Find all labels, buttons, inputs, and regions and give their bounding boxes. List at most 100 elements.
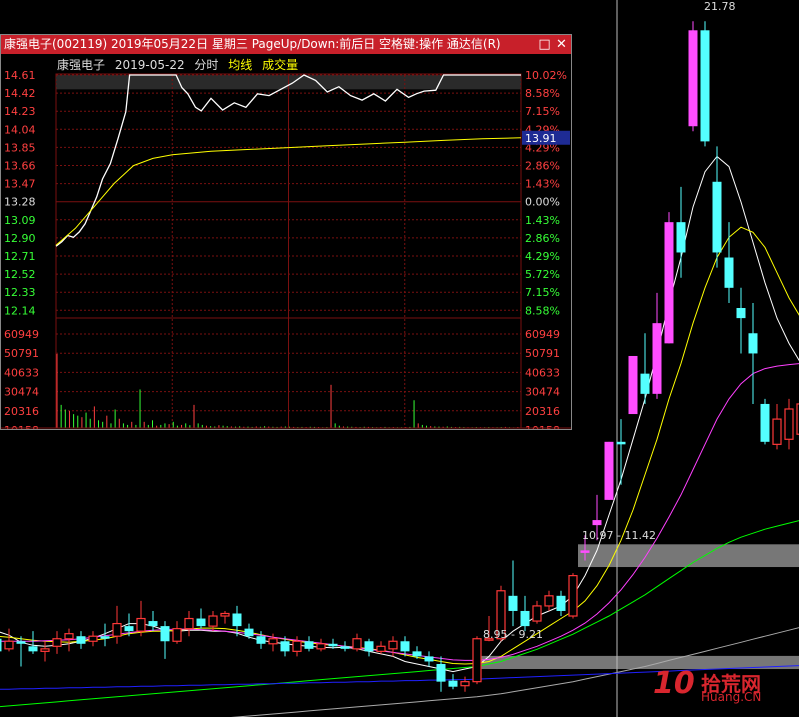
intraday-popup-window[interactable]: 康强电子(002119) 2019年05月22日 星期三 PageUp/Down…	[0, 34, 572, 430]
candle-body	[436, 663, 446, 682]
candle-body	[208, 615, 218, 627]
candle-body	[532, 605, 542, 622]
pct-tick-label: 1.43%	[525, 178, 560, 191]
stock-name: 康强电子	[57, 58, 106, 72]
candle-body	[556, 595, 566, 611]
volume-tick-label: 60949	[4, 328, 39, 341]
candle-body	[124, 626, 134, 632]
candle-body	[364, 641, 374, 652]
trade-date: 2019-05-22	[114, 58, 185, 72]
price-tick-label: 14.42	[4, 87, 36, 100]
candle-body	[268, 638, 278, 645]
candle-body	[316, 643, 326, 650]
candle-body	[304, 641, 314, 649]
price-tick-label: 14.61	[4, 69, 36, 82]
pct-tick-label: 0.00%	[525, 196, 560, 209]
price-tick-label: 13.09	[4, 214, 36, 227]
volume-label: 成交量	[262, 58, 299, 72]
price-tick-label: 13.28	[4, 196, 36, 209]
candle-body	[148, 621, 158, 627]
candle-body	[724, 257, 734, 288]
current-value-label: 13.91	[525, 132, 557, 145]
price-tick-label: 13.47	[4, 178, 36, 191]
volume-tick-label: 20316	[4, 405, 39, 418]
candle-body	[784, 408, 794, 440]
candle-body	[652, 323, 662, 394]
price-tick-label: 13.85	[4, 141, 36, 154]
candle-body	[88, 635, 98, 642]
candle-body	[172, 628, 182, 642]
candle-body	[16, 641, 26, 644]
price-tick-label: 14.04	[4, 123, 36, 136]
chart-mode: 分时	[194, 58, 219, 72]
candle-body	[604, 441, 614, 500]
price-tick-label: 12.33	[4, 286, 36, 299]
volume-tick-label: 50791	[4, 347, 39, 360]
price-tick-label: 14.23	[4, 105, 36, 118]
candle-body	[220, 612, 230, 617]
candle-body	[412, 651, 422, 657]
pct-tick-label: 8.58%	[525, 87, 560, 100]
candle-body	[580, 550, 590, 553]
volume-tick-label-right: 50791	[525, 347, 560, 360]
candle-body	[232, 613, 242, 627]
candle-body	[352, 638, 362, 650]
candle-body	[772, 418, 782, 445]
volume-tick-label: 30474	[4, 386, 39, 399]
candle-body	[160, 626, 170, 642]
pct-tick-label: 2.86%	[525, 160, 560, 173]
candle-body	[400, 641, 410, 652]
candle-body	[256, 636, 266, 644]
candle-body	[76, 636, 86, 644]
candle-body	[736, 308, 746, 319]
candle-body	[700, 30, 710, 142]
candle-body	[520, 610, 530, 627]
candle-body	[100, 636, 110, 639]
price-tick-label: 13.66	[4, 160, 36, 173]
price-zone-0	[578, 544, 799, 568]
candle-body	[388, 640, 398, 650]
price-tick-label: 12.14	[4, 304, 36, 317]
pct-tick-label: 7.15%	[525, 286, 560, 299]
candle-body	[688, 30, 698, 127]
volume-tick-label-right: 60949	[525, 328, 560, 341]
candle-body	[628, 355, 638, 415]
candle-body	[712, 181, 722, 253]
candle-body	[40, 648, 50, 652]
pct-tick-label: 4.29%	[525, 250, 560, 263]
volume-tick-label-right: 20316	[525, 405, 560, 418]
popup-titlebar[interactable]: 康强电子(002119) 2019年05月22日 星期三 PageUp/Down…	[1, 35, 571, 54]
candle-body	[244, 628, 254, 637]
close-icon[interactable]: ✕	[554, 37, 569, 52]
candle-body	[460, 681, 470, 687]
zone-upper-label: 10.97 - 11.42	[582, 529, 656, 542]
candle-body	[280, 641, 290, 652]
candle-body	[196, 618, 206, 627]
candle-body	[112, 622, 122, 637]
zone-lower-label: 8.95 - 9.21	[483, 628, 543, 641]
candle-body	[28, 646, 38, 652]
restore-icon[interactable]: □	[537, 37, 552, 52]
candle-body	[568, 575, 578, 617]
candle-body	[472, 638, 482, 683]
candle-body	[0, 638, 2, 652]
candle-body	[640, 373, 650, 394]
watermark-en: Huang.CN	[701, 690, 762, 704]
candle-body	[292, 640, 302, 652]
candle-body	[64, 633, 74, 640]
pct-tick-label: 10.02%	[525, 69, 567, 82]
pct-tick-label: 7.15%	[525, 105, 560, 118]
candle-body	[760, 403, 770, 442]
price-tick-label: 12.52	[4, 268, 36, 281]
candle-body	[592, 520, 602, 526]
candle-body	[748, 333, 758, 354]
candle-body	[376, 645, 386, 652]
candle-body	[448, 680, 458, 687]
candle-body	[544, 595, 554, 607]
window-title: 康强电子(002119) 2019年05月22日 星期三 PageUp/Down…	[4, 37, 501, 51]
price-tick-label: 12.71	[4, 250, 36, 263]
pct-tick-label: 5.72%	[525, 268, 560, 281]
watermark-logo: 10 拾荒网 Huang.CN	[653, 666, 793, 708]
candle-body	[340, 646, 350, 649]
intraday-chart[interactable]: 14.61 10.02% 14.42 8.58% 14.23 7.15% 14.04 4.29…	[1, 54, 571, 429]
